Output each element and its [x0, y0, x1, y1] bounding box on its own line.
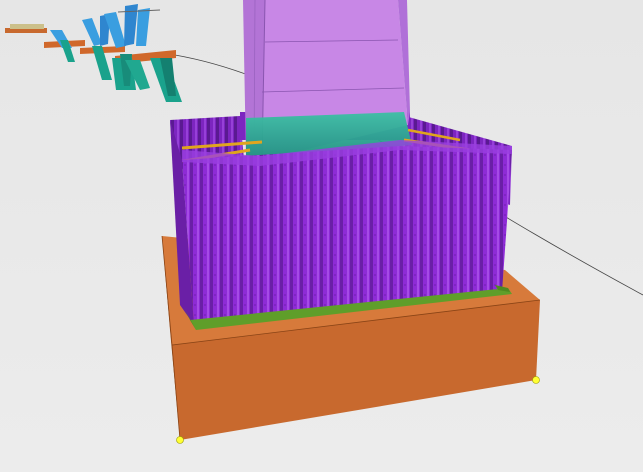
- model-scene[interactable]: [0, 0, 643, 472]
- bridge-deck-segment: [10, 24, 44, 29]
- bridge-pier: [136, 8, 150, 46]
- vertex-marker[interactable]: [176, 436, 184, 444]
- distant-bridge[interactable]: [5, 4, 182, 102]
- 3d-viewport[interactable]: [0, 0, 643, 472]
- pier-column[interactable]: [243, 0, 412, 161]
- vertex-marker[interactable]: [532, 376, 540, 384]
- bridge-pier: [124, 4, 138, 46]
